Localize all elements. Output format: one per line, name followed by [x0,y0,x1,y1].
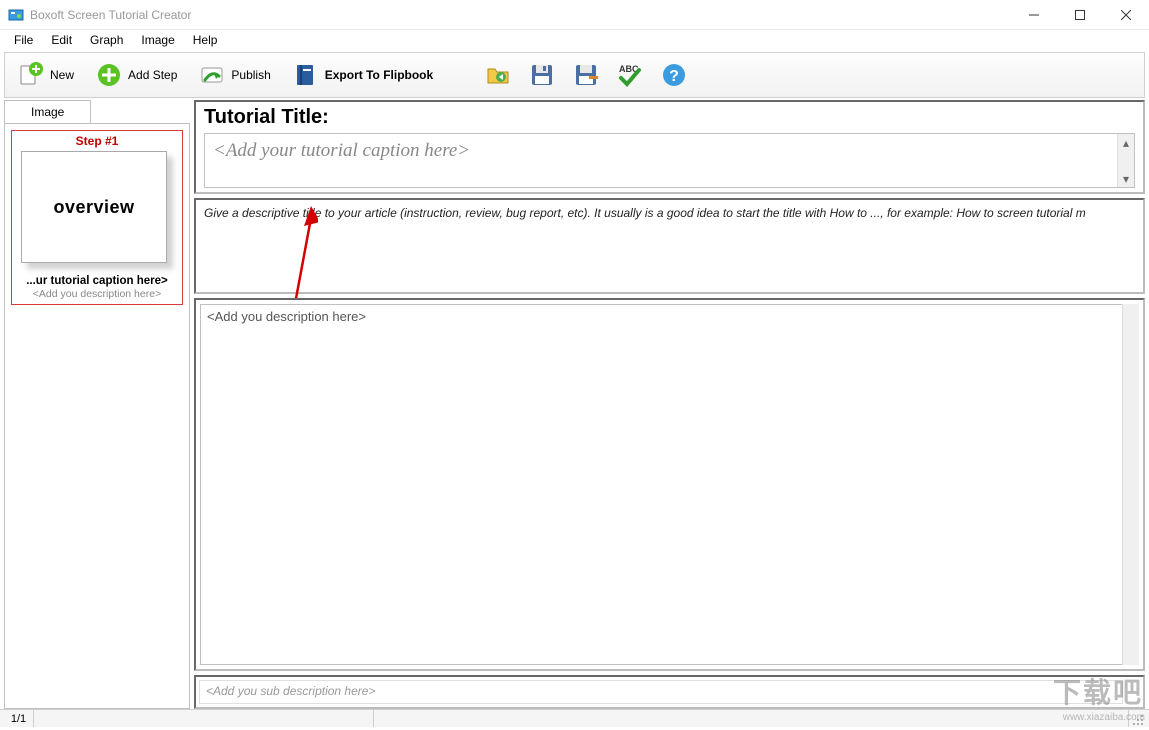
window-title: Boxoft Screen Tutorial Creator [30,8,1011,22]
description-scrollbar[interactable] [1122,304,1139,665]
save-as-icon [573,62,599,88]
app-icon [8,7,24,23]
menubar: File Edit Graph Image Help [0,30,1149,50]
statusbar: 1/1 [0,709,1149,727]
step-caption: ...ur tutorial caption here> [15,275,179,287]
scroll-down-icon[interactable]: ▾ [1118,170,1134,187]
export-flipbook-button[interactable]: Export To Flipbook [284,56,442,94]
folder-open-icon [485,62,511,88]
sub-description-placeholder: <Add you sub description here> [206,684,1116,698]
help-button[interactable]: ? [654,56,694,94]
resize-grip-icon[interactable] [1129,711,1145,727]
title-label: Tutorial Title: [204,106,1135,129]
export-icon [293,62,319,88]
step-card[interactable]: Step #1 overview ...ur tutorial caption … [11,130,183,305]
publish-button[interactable]: Publish [190,56,279,94]
status-cell-2 [374,710,1129,727]
left-tabs: Image [4,100,190,123]
spellcheck-button[interactable]: ABC [610,56,650,94]
step-subcaption: <Add you description here> [15,288,179,300]
hint-panel: Give a descriptive title to your article… [194,198,1145,294]
export-label: Export To Flipbook [325,68,433,82]
add-step-label: Add Step [128,68,177,82]
window-controls [1011,0,1149,30]
thumb-text: overview [53,197,134,218]
open-folder-button[interactable] [478,56,518,94]
title-input[interactable]: <Add your tutorial caption here> ▴ ▾ [204,133,1135,188]
minimize-button[interactable] [1011,0,1057,30]
publish-icon [199,62,225,88]
new-label: New [50,68,74,82]
description-placeholder: <Add you description here> [207,309,1132,324]
save-button[interactable] [522,56,562,94]
add-step-icon [96,62,122,88]
description-input[interactable]: <Add you description here> [200,304,1139,665]
close-button[interactable] [1103,0,1149,30]
menu-graph[interactable]: Graph [82,31,131,49]
left-column: Image Step #1 overview ...ur tutorial ca… [4,100,190,709]
step-title: Step #1 [15,134,179,148]
help-icon: ? [661,62,687,88]
tab-image[interactable]: Image [4,100,91,123]
spellcheck-icon: ABC [617,62,643,88]
status-page: 1/1 [4,710,34,727]
menu-file[interactable]: File [6,31,41,49]
titlebar: Boxoft Screen Tutorial Creator [0,0,1149,30]
steps-panel: Step #1 overview ...ur tutorial caption … [4,123,190,709]
hint-text: Give a descriptive title to your article… [204,206,1135,220]
sub-description-input[interactable]: <Add you sub description here> [199,680,1123,704]
title-panel: Tutorial Title: <Add your tutorial capti… [194,100,1145,194]
save-as-button[interactable] [566,56,606,94]
menu-image[interactable]: Image [133,31,182,49]
publish-label: Publish [231,68,270,82]
description-panel: <Add you description here> [194,298,1145,671]
workspace: Image Step #1 overview ...ur tutorial ca… [4,100,1145,709]
step-thumbnail[interactable]: overview [21,151,173,269]
save-icon [529,62,555,88]
new-icon [18,62,44,88]
title-scrollbar[interactable]: ▴ ▾ [1117,134,1134,187]
toolbar: New Add Step Publish Export To Flipbook … [4,52,1145,98]
menu-help[interactable]: Help [185,31,226,49]
maximize-button[interactable] [1057,0,1103,30]
menu-edit[interactable]: Edit [43,31,80,49]
svg-text:?: ? [669,68,679,85]
scroll-up-icon[interactable]: ▴ [1118,134,1134,151]
status-cell-1 [34,710,374,727]
add-step-button[interactable]: Add Step [87,56,186,94]
editor-column: Tutorial Title: <Add your tutorial capti… [194,100,1145,709]
title-placeholder: <Add your tutorial caption here> [205,134,1134,168]
new-button[interactable]: New [9,56,83,94]
sub-description-panel: <Add you sub description here> [194,675,1145,709]
